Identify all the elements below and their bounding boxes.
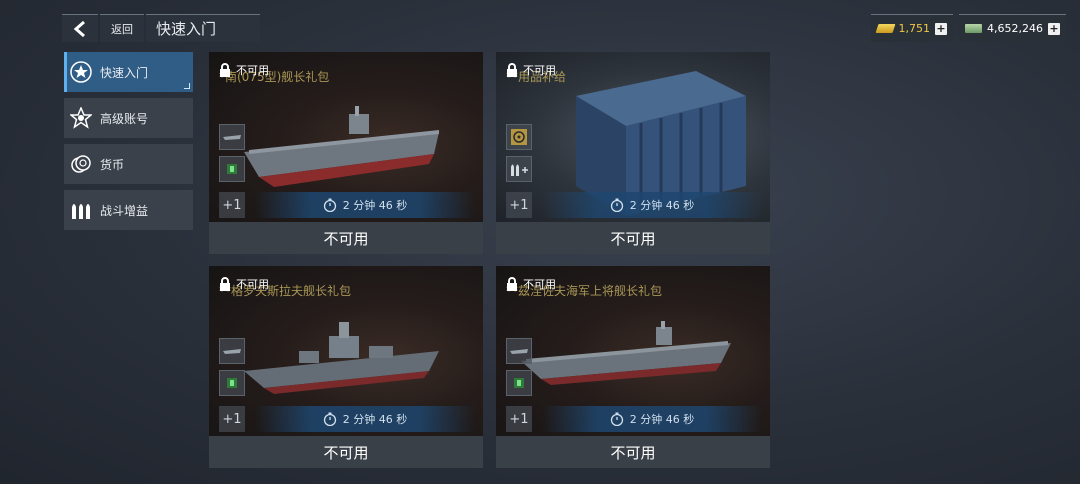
offer-card[interactable]: 不可用 **兹涅佐夫海军上将舰长礼包 +1 2 分钟 46 秒 不可用 [496,266,770,468]
stopwatch-icon [323,198,336,212]
stopwatch-icon [323,412,336,426]
captain-slot[interactable] [506,370,532,396]
sidebar-item-quick-start[interactable]: 快速入门 [64,52,193,92]
star-badge-icon [70,107,92,129]
add-gold-button[interactable]: + [935,22,948,35]
lock-label: 不可用 [523,278,556,291]
captain-badge-icon [227,378,237,388]
offer-card[interactable]: 不可用 **用品补给 +1 2 分钟 46 秒 不可用 [496,52,770,254]
ammo-plus-icon [511,164,528,176]
ship-image [244,106,439,187]
gold-currency: 1,751 + [870,14,954,42]
ship-thumb-icon [223,349,241,354]
lock-status: 不可用 [219,276,269,292]
sidebar-item-label: 货币 [100,157,125,172]
plus-one-badge: +1 [506,192,532,218]
countdown-timer: 2 分钟 46 秒 [542,192,762,218]
ship-slot[interactable] [219,338,245,364]
ship-thumb-icon [223,135,241,140]
timer-text: 2 分钟 46 秒 [342,199,408,212]
add-cash-button[interactable]: + [1048,22,1060,35]
page-title: 快速入门 [146,14,261,42]
star-emblem-icon [70,61,92,83]
cash-amount: 4,652,246 [987,22,1043,35]
ammo-slot[interactable] [506,156,532,182]
lock-status: 不可用 [506,62,556,78]
lock-status: 不可用 [219,62,269,78]
plus-one-badge: +1 [219,192,245,218]
countdown-timer: 2 分钟 46 秒 [542,406,762,432]
back-button[interactable] [62,14,98,42]
status-button[interactable]: 不可用 [209,436,483,468]
ammo-icon [70,199,92,221]
lock-label: 不可用 [236,278,269,291]
ship-slot[interactable] [506,338,532,364]
offer-card[interactable]: 不可用 *南(075型)舰长礼包 +1 2 分钟 46 秒 不可用 [209,52,483,254]
supply-slot[interactable] [506,124,532,150]
offer-card[interactable]: 不可用 **格罗夫斯拉夫舰长礼包 +1 2 分钟 46 秒 不可用 [209,266,483,468]
captain-slot[interactable] [219,156,245,182]
stopwatch-icon [610,198,623,212]
cash-icon [965,24,983,33]
sidebar: 快速入门 高级账号 货币 战斗增益 [64,52,193,236]
coins-icon [70,153,92,175]
gold-bar-icon [875,24,895,33]
sidebar-item-currency[interactable]: 货币 [64,144,193,184]
captain-badge-icon [227,164,237,174]
chevron-left-icon [73,20,85,37]
lock-label: 不可用 [523,64,556,77]
lock-label: 不可用 [236,64,269,77]
lock-icon [507,63,517,77]
plus-one-badge: +1 [506,406,532,432]
lock-icon [507,277,517,291]
captain-slot[interactable] [219,370,245,396]
countdown-timer: 2 分钟 46 秒 [255,406,475,432]
target-icon [511,129,527,145]
status-button[interactable]: 不可用 [496,222,770,254]
timer-text: 2 分钟 46 秒 [342,413,408,426]
ship-slot[interactable] [219,124,245,150]
sidebar-item-label: 战斗增益 [100,203,149,218]
sidebar-item-premium[interactable]: 高级账号 [64,98,193,138]
plus-one-badge: +1 [219,406,245,432]
currency-bar: 1,751 + 4,652,246 + [870,14,1066,42]
sidebar-item-combat-boost[interactable]: 战斗增益 [64,190,193,230]
status-button[interactable]: 不可用 [496,436,770,468]
sidebar-item-label: 快速入门 [100,65,149,80]
cash-currency: 4,652,246 + [959,14,1066,42]
timer-text: 2 分钟 46 秒 [629,199,695,212]
sidebar-item-label: 高级账号 [100,111,149,126]
lock-icon [220,277,230,291]
stopwatch-icon [610,412,623,426]
lock-icon [220,63,230,77]
timer-text: 2 分钟 46 秒 [629,413,695,426]
gold-amount: 1,751 [898,22,931,35]
ship-thumb-icon [510,349,528,354]
ship-image [521,321,731,385]
captain-badge-icon [514,378,524,388]
countdown-timer: 2 分钟 46 秒 [255,192,475,218]
status-button[interactable]: 不可用 [209,222,483,254]
lock-status: 不可用 [506,276,556,292]
back-label[interactable]: 返回 [100,14,144,42]
top-bar: 返回 快速入门 [62,14,261,42]
ship-image [244,322,439,394]
